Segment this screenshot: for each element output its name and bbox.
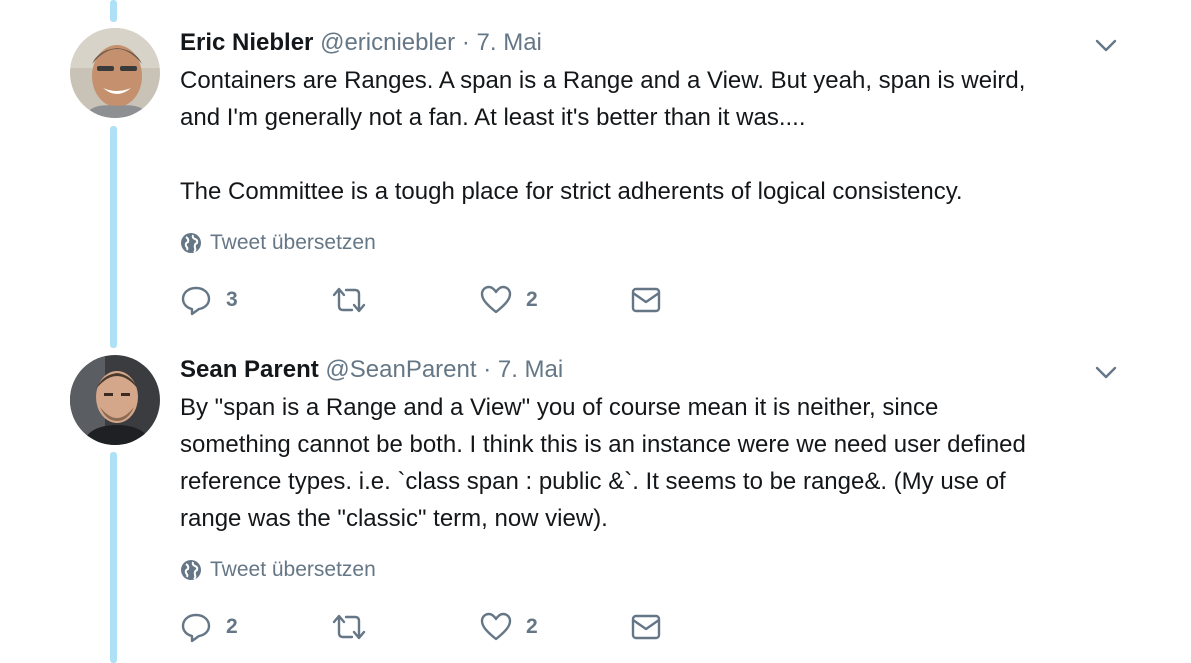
chevron-down-icon[interactable] bbox=[1094, 361, 1118, 385]
tweet-text-line: range was the "classic" term, now view). bbox=[180, 505, 608, 532]
tweet-text: Containers are Ranges. A span is a Range… bbox=[180, 62, 1120, 210]
separator: · bbox=[461, 29, 470, 56]
avatar-sean-parent-icon bbox=[70, 355, 160, 445]
author-username[interactable]: @ericniebler bbox=[320, 29, 455, 56]
tweet-header: Sean Parent @SeanParent · 7. Mai bbox=[180, 355, 1120, 385]
tweet-text-line: and I'm generally not a fan. At least it… bbox=[180, 104, 806, 131]
author-fullname[interactable]: Sean Parent bbox=[180, 356, 319, 383]
thread-line bbox=[110, 0, 117, 22]
heart-icon bbox=[480, 612, 512, 641]
reply-icon bbox=[181, 613, 211, 643]
tweet-timestamp[interactable]: 7. Mai bbox=[498, 356, 563, 383]
tweet-text: By "span is a Range and a View" you of c… bbox=[180, 389, 1120, 537]
tweet-timestamp[interactable]: 7. Mai bbox=[477, 29, 542, 56]
tweet-actions: 2 2 bbox=[180, 611, 662, 643]
like-button[interactable]: 2 bbox=[480, 611, 630, 643]
like-button[interactable]: 2 bbox=[480, 284, 630, 316]
reply-button[interactable]: 2 bbox=[180, 611, 330, 643]
tweet-text-line: Containers are Ranges. A span is a Range… bbox=[180, 67, 1026, 94]
tweet-text-line bbox=[180, 136, 1120, 173]
direct-message-button[interactable] bbox=[630, 611, 662, 643]
heart-icon bbox=[480, 285, 512, 314]
translate-tweet-link[interactable]: Tweet übersetzen bbox=[180, 558, 376, 582]
reply-count: 2 bbox=[226, 615, 238, 638]
translate-label: Tweet übersetzen bbox=[210, 558, 376, 581]
reply-button[interactable]: 3 bbox=[180, 284, 330, 316]
retweet-button[interactable] bbox=[330, 284, 480, 316]
separator: · bbox=[483, 356, 492, 383]
chevron-down-icon[interactable] bbox=[1094, 34, 1118, 58]
avatar[interactable] bbox=[70, 28, 160, 118]
like-count: 2 bbox=[526, 615, 538, 638]
thread-line bbox=[110, 452, 117, 663]
translate-tweet-link[interactable]: Tweet übersetzen bbox=[180, 231, 376, 255]
globe-icon bbox=[181, 560, 201, 580]
avatar-eric-niebler-icon bbox=[70, 28, 160, 118]
retweet-icon bbox=[332, 614, 366, 640]
like-count: 2 bbox=[526, 288, 538, 311]
conversation-thread: Eric Niebler @ericniebler · 7. Mai Conta… bbox=[0, 0, 1191, 663]
tweet-text-line: The Committee is a tough place for stric… bbox=[180, 178, 963, 205]
globe-icon bbox=[181, 233, 201, 253]
author-fullname[interactable]: Eric Niebler bbox=[180, 29, 313, 56]
tweet-text-line: something cannot be both. I think this i… bbox=[180, 431, 1026, 458]
reply-count: 3 bbox=[226, 288, 238, 311]
author-username[interactable]: @SeanParent bbox=[325, 356, 476, 383]
direct-message-button[interactable] bbox=[630, 284, 662, 316]
retweet-icon bbox=[332, 287, 366, 313]
retweet-button[interactable] bbox=[330, 611, 480, 643]
envelope-icon bbox=[631, 614, 661, 640]
tweet-header: Eric Niebler @ericniebler · 7. Mai bbox=[180, 28, 1120, 58]
tweet-text-line: reference types. i.e. `class span : publ… bbox=[180, 468, 1006, 495]
tweet-text-line: By "span is a Range and a View" you of c… bbox=[180, 394, 939, 421]
translate-label: Tweet übersetzen bbox=[210, 231, 376, 254]
reply-icon bbox=[181, 286, 211, 316]
tweet-actions: 3 2 bbox=[180, 284, 662, 316]
envelope-icon bbox=[631, 287, 661, 313]
avatar[interactable] bbox=[70, 355, 160, 445]
thread-line bbox=[110, 126, 117, 348]
